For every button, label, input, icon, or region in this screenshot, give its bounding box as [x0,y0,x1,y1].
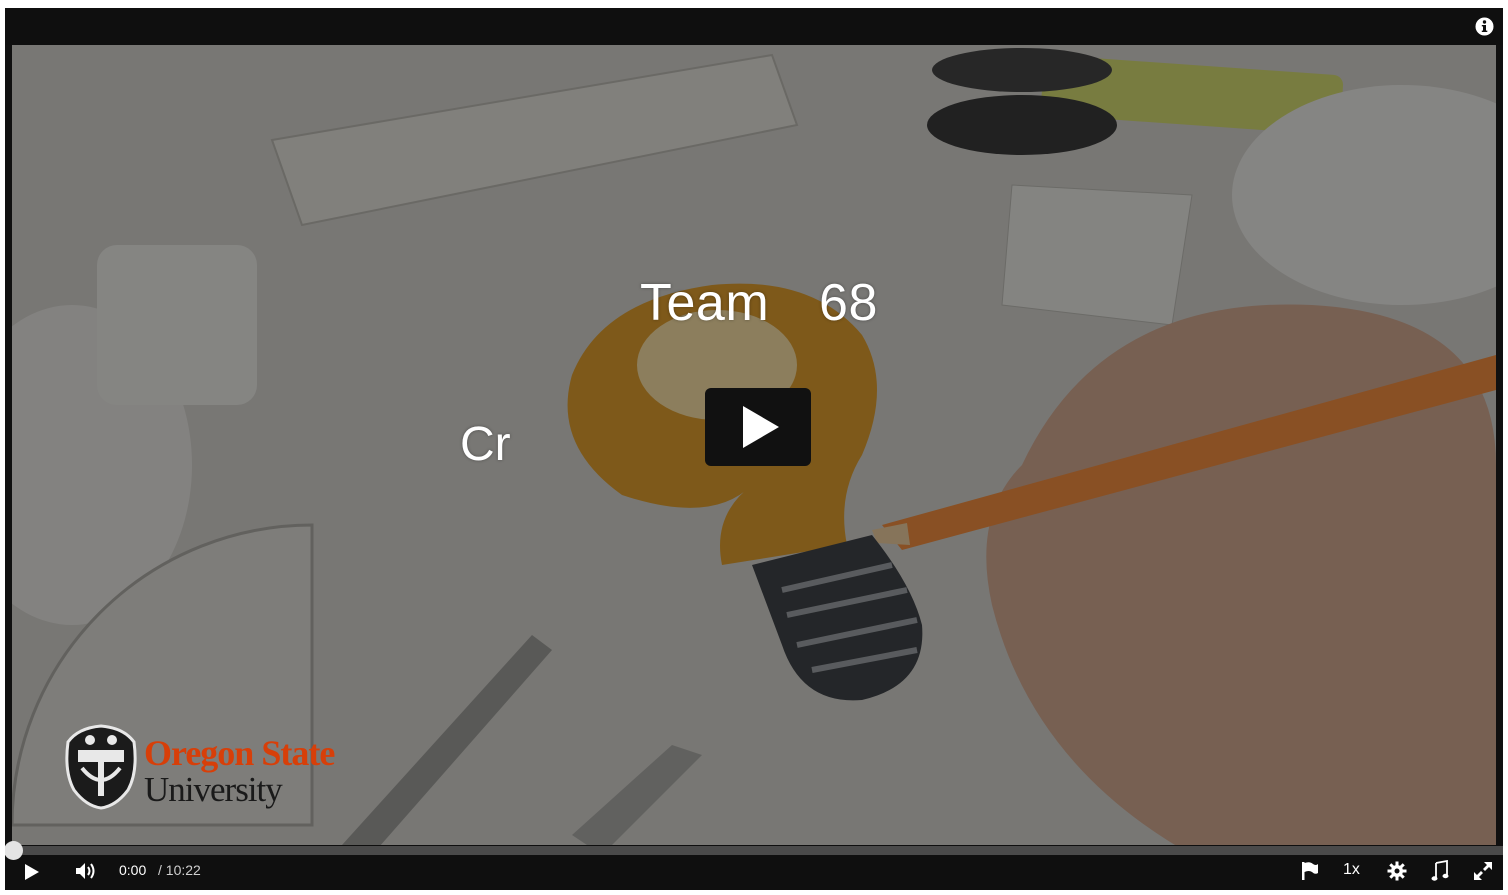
video-player[interactable]: Team 68 Cr Oregon State University 0:00 … [5,8,1503,890]
fullscreen-icon[interactable] [1473,861,1493,881]
volume-icon[interactable] [75,861,97,881]
big-play-button[interactable] [705,388,811,466]
play-icon[interactable] [23,863,41,881]
play-icon [743,406,779,448]
university-seal-icon [65,724,137,810]
playback-speed-button[interactable]: 1x [1343,861,1360,879]
logo-text-university: University [144,770,283,809]
gear-icon[interactable] [1387,861,1407,881]
video-frame[interactable]: Team 68 Cr Oregon State University [12,45,1496,855]
video-subtitle-text: Cr [460,418,511,471]
flag-icon[interactable] [1301,861,1319,881]
duration: / 10:22 [158,862,201,878]
info-icon[interactable] [1475,17,1494,36]
progress-bar[interactable] [5,846,1503,855]
oregon-state-logo: Oregon State University [64,722,374,814]
video-title-text: Team 68 [640,274,878,332]
music-note-icon[interactable] [1431,860,1449,882]
player-top-bar [5,8,1503,45]
logo-text-oregon-state: Oregon State [144,733,335,773]
current-time: 0:00 [119,862,147,878]
